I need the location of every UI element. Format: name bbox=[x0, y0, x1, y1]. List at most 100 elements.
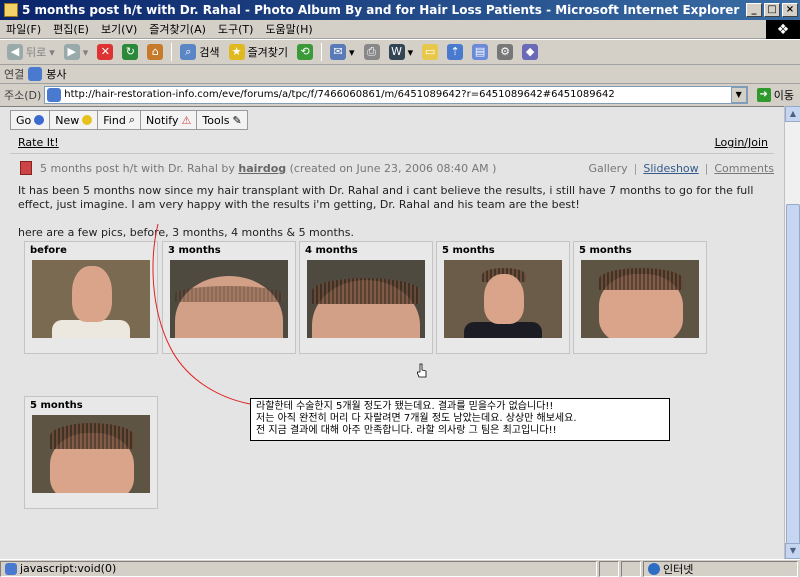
standard-toolbar: ◀ 뒤로 ▾ ▶ ▾ ✕ ↻ ⌂ ⌕ 검색 ★ 즐겨찾기 ⟲ ✉ ▾ ⎙ W ▾… bbox=[0, 39, 800, 65]
address-dropdown-icon[interactable]: ▼ bbox=[730, 86, 747, 103]
scroll-up-icon[interactable]: ▲ bbox=[785, 106, 800, 122]
photo-thumb-5-months[interactable]: 5 months bbox=[573, 241, 707, 354]
photo-caption: 5 months bbox=[579, 245, 632, 256]
favorites-button[interactable]: ★ 즐겨찾기 bbox=[226, 44, 291, 60]
tools-button[interactable]: ⚙ bbox=[494, 44, 516, 60]
find-nav-label: Find bbox=[103, 113, 126, 127]
maximize-button[interactable]: □ bbox=[764, 3, 780, 17]
new-nav-button[interactable]: New bbox=[49, 110, 99, 130]
page-content: Go New Find ⌕ Notify ⚠ Tools ✎ Rate It! Log… bbox=[0, 106, 784, 559]
mail-button[interactable]: ✉ ▾ bbox=[327, 44, 358, 60]
photo-thumb-3-months[interactable]: 3 months bbox=[162, 241, 296, 354]
address-url: http://hair-restoration-info.com/eve/for… bbox=[64, 89, 615, 100]
gallery-label[interactable]: Gallery bbox=[588, 162, 627, 175]
refresh-icon: ↻ bbox=[122, 44, 139, 60]
photo-hair bbox=[599, 268, 683, 290]
photo-hair bbox=[175, 286, 283, 302]
slideshow-link[interactable]: Slideshow bbox=[643, 162, 698, 175]
research-icon: ⇡ bbox=[447, 44, 464, 60]
find-nav-button[interactable]: Find ⌕ bbox=[97, 110, 141, 130]
links-item[interactable]: 봉사 bbox=[46, 66, 66, 82]
go-label: 이동 bbox=[773, 88, 794, 102]
korean-annotation: 라할한테 수술한지 5개월 정도가 됐는데요. 결과를 믿을수가 없습니다!! … bbox=[250, 398, 670, 441]
forum-nav: Go New Find ⌕ Notify ⚠ Tools ✎ bbox=[10, 110, 248, 130]
korean-line: 전 지금 결과에 대해 아주 만족합니다. 라할 의사랑 그 팀은 최고입니다!… bbox=[256, 425, 557, 436]
close-button[interactable]: × bbox=[782, 3, 798, 17]
history-button[interactable]: ⟲ bbox=[294, 44, 316, 60]
rate-it-link[interactable]: Rate It! bbox=[18, 136, 59, 149]
menu-help[interactable]: 도움말(H) bbox=[259, 21, 318, 37]
author-link[interactable]: hairdog bbox=[238, 162, 286, 175]
globe-icon bbox=[648, 562, 660, 575]
vertical-scrollbar[interactable]: ▲ ▼ bbox=[784, 106, 800, 560]
extension-icon: ◆ bbox=[522, 44, 539, 60]
photo-caption: 5 months bbox=[30, 400, 83, 411]
menu-tools[interactable]: 도구(T) bbox=[212, 21, 260, 37]
menu-view[interactable]: 보기(V) bbox=[95, 21, 143, 37]
login-join-link[interactable]: Login/Join bbox=[715, 136, 768, 149]
gear-icon: ⚙ bbox=[497, 44, 514, 60]
tools-nav-label: Tools bbox=[202, 113, 230, 127]
stop-button[interactable]: ✕ bbox=[94, 44, 116, 60]
scroll-thumb[interactable] bbox=[786, 204, 800, 560]
back-arrow-icon: ◀ bbox=[7, 44, 23, 60]
ie-icon bbox=[4, 3, 18, 17]
research-button[interactable]: ⇡ bbox=[444, 44, 466, 60]
divider: | bbox=[704, 161, 709, 175]
home-icon: ⌂ bbox=[147, 44, 164, 60]
menu-file[interactable]: 파일(F) bbox=[0, 21, 47, 37]
window-controls: _ □ × bbox=[746, 3, 798, 17]
back-button[interactable]: ◀ 뒤로 ▾ bbox=[4, 44, 58, 60]
photo-image bbox=[170, 260, 288, 338]
menu-favorites[interactable]: 즐겨찾기(A) bbox=[143, 21, 212, 37]
forward-arrow-icon: ▶ bbox=[63, 44, 80, 60]
discuss-button[interactable]: ▭ bbox=[419, 44, 441, 60]
print-button[interactable]: ⎙ bbox=[361, 44, 383, 60]
notify-icon: ⚠ bbox=[181, 113, 192, 127]
photo-image bbox=[307, 260, 425, 338]
photo-thumb-5-months[interactable]: 5 months bbox=[24, 396, 158, 509]
menu-edit[interactable]: 편집(E) bbox=[47, 21, 95, 37]
search-label: 검색 bbox=[199, 46, 220, 59]
messenger-button[interactable]: ▤ bbox=[469, 44, 491, 60]
photo-album-icon bbox=[20, 161, 32, 175]
notify-nav-label: Notify bbox=[145, 113, 179, 127]
menu-bar: 파일(F) 편집(E) 보기(V) 즐겨찾기(A) 도구(T) 도움말(H) ❖ bbox=[0, 20, 800, 39]
edit-button[interactable]: W ▾ bbox=[386, 44, 417, 60]
section-bar: Rate It! Login/Join bbox=[10, 132, 774, 154]
photo-thumb-5-months[interactable]: 5 months bbox=[436, 241, 570, 354]
extra-button[interactable]: ◆ bbox=[519, 44, 541, 60]
photo-thumb-4-months[interactable]: 4 months bbox=[299, 241, 433, 354]
magnifier-icon: ⌕ bbox=[128, 113, 135, 126]
page-icon bbox=[47, 87, 62, 102]
favorites-label: 즐겨찾기 bbox=[247, 46, 289, 59]
go-nav-button[interactable]: Go bbox=[10, 110, 51, 130]
forward-button[interactable]: ▶ ▾ bbox=[61, 44, 92, 60]
home-button[interactable]: ⌂ bbox=[144, 44, 166, 60]
toolbar-separator bbox=[171, 43, 173, 61]
status-bar: javascript:void(0) 인터넷 bbox=[0, 559, 800, 577]
search-button[interactable]: ⌕ 검색 bbox=[177, 44, 222, 60]
go-arrow-icon: ➜ bbox=[756, 87, 771, 102]
links-bar: 연결 봉사 bbox=[0, 65, 800, 84]
address-input[interactable]: http://hair-restoration-info.com/eve/for… bbox=[44, 85, 748, 104]
scroll-down-icon[interactable]: ▼ bbox=[785, 543, 800, 559]
new-nav-label: New bbox=[55, 113, 80, 127]
photo-hair bbox=[50, 423, 134, 449]
back-label: 뒤로 bbox=[26, 46, 47, 59]
go-button[interactable]: ➜ 이동 bbox=[751, 87, 800, 103]
comments-link[interactable]: Comments bbox=[714, 162, 774, 175]
mail-icon: ✉ bbox=[330, 44, 347, 60]
refresh-button[interactable]: ↻ bbox=[119, 44, 141, 60]
notify-nav-button[interactable]: Notify ⚠ bbox=[139, 110, 198, 130]
view-links: Gallery | Slideshow | Comments bbox=[588, 162, 774, 175]
go-nav-label: Go bbox=[16, 113, 32, 127]
minimize-button[interactable]: _ bbox=[746, 3, 762, 17]
photo-face bbox=[484, 274, 524, 324]
tools-nav-button[interactable]: Tools ✎ bbox=[196, 110, 248, 130]
photo-caption: 4 months bbox=[305, 245, 358, 256]
photo-image bbox=[32, 415, 150, 493]
hand-cursor-icon bbox=[417, 363, 427, 378]
photo-thumb-before[interactable]: before bbox=[24, 241, 158, 354]
document-icon: ▤ bbox=[472, 44, 489, 60]
